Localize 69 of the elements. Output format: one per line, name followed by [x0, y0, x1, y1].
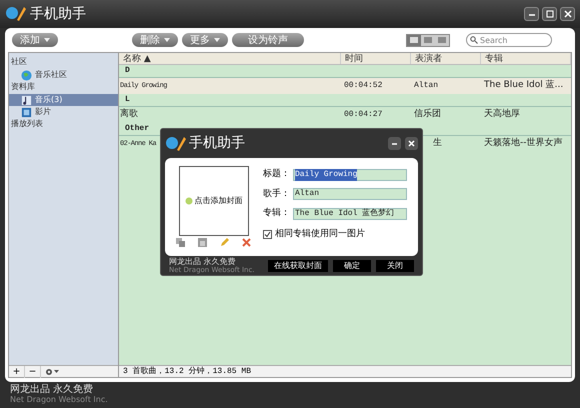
- table-cell: 00:04:27: [344, 110, 382, 119]
- music-icon: [21, 94, 32, 106]
- cover-placeholder[interactable]: 点击添加封面: [178, 166, 248, 236]
- column-header[interactable]: 时间: [341, 53, 411, 64]
- cover-hint: 点击添加封面: [194, 195, 242, 207]
- group-label: L: [125, 94, 130, 106]
- caret-icon: [54, 370, 59, 373]
- sidebar-item[interactable]: 影片: [9, 106, 118, 118]
- window-title: 手机助手: [30, 4, 86, 24]
- dialog-button[interactable]: 确定: [333, 260, 371, 272]
- table-cell: 天高地厚: [484, 109, 520, 120]
- dialog-button[interactable]: 在线获取封面: [268, 260, 328, 272]
- table-cell: 信乐团: [414, 109, 441, 120]
- group-label: Other: [125, 123, 150, 135]
- footer-subtext: Net Dragon Websoft Inc.: [10, 395, 109, 405]
- status-text: 3 首歌曲，13.2 分钟，13.85 MB: [123, 366, 252, 378]
- column-header[interactable]: 专辑: [481, 53, 571, 64]
- close-button[interactable]: [560, 7, 575, 21]
- song-row[interactable]: 离歌 00:04:27 信乐团 天高地厚: [119, 107, 571, 123]
- column-header[interactable]: 名称 ▲: [119, 53, 341, 64]
- table-cell: 00:04:52: [344, 81, 382, 90]
- minimize-button[interactable]: [388, 137, 401, 150]
- dialog-title: 手机助手: [189, 134, 245, 153]
- field-label: 专辑：: [263, 207, 289, 220]
- globe-icon: [21, 70, 32, 80]
- column-header[interactable]: 表演者: [411, 53, 481, 64]
- close-button[interactable]: [405, 137, 418, 150]
- sidebar-heading: 资料库: [10, 81, 36, 93]
- table-cell: 天籁落地--世界女声: [484, 138, 562, 148]
- dialog-button[interactable]: 关闭: [376, 260, 414, 272]
- table-cell: 离歌: [120, 109, 138, 120]
- logo-icon: [5, 4, 27, 24]
- footer-text: 网龙出品 永久免费: [169, 256, 237, 266]
- view-toggle[interactable]: [407, 34, 421, 46]
- toolbar-button[interactable]: 添加: [12, 33, 58, 47]
- search-field[interactable]: Search: [466, 33, 552, 47]
- field-label: 歌手：: [263, 188, 289, 200]
- toolbar-button[interactable]: 删除: [132, 33, 178, 47]
- table-cell: 生: [433, 138, 442, 148]
- minimize-button[interactable]: [524, 7, 539, 21]
- footer-text: 网龙出品 永久免费: [10, 385, 94, 395]
- maximize-icon: [546, 10, 554, 18]
- sidebar-footer-button[interactable]: +: [9, 366, 25, 378]
- view-toggle[interactable]: [435, 34, 449, 46]
- close-icon: [408, 140, 415, 147]
- delete-icon[interactable]: [242, 238, 251, 247]
- copy-icon[interactable]: [176, 238, 185, 247]
- view-toggle[interactable]: [421, 34, 435, 46]
- field-label: 标题：: [263, 168, 289, 181]
- sidebar-heading: 社区: [10, 56, 28, 68]
- sidebar-item[interactable]: 音乐(3): [9, 94, 118, 106]
- search-icon: [470, 36, 478, 44]
- film-icon: [21, 106, 32, 118]
- table-cell: Altan: [414, 81, 438, 90]
- sidebar-footer-button[interactable]: −: [25, 366, 41, 378]
- close-icon: [564, 10, 572, 18]
- sidebar-heading: 播放列表: [10, 118, 44, 130]
- group-label: D: [125, 65, 130, 77]
- toolbar-button[interactable]: 更多: [182, 33, 228, 47]
- text-field[interactable]: The Blue Idol 蓝色梦幻: [293, 208, 407, 220]
- maximize-button[interactable]: [542, 7, 557, 21]
- text-field[interactable]: Altan: [293, 188, 407, 200]
- sidebar-item[interactable]: 音乐社区: [9, 69, 118, 81]
- table-cell: The Blue Idol 蓝...: [484, 80, 564, 90]
- add-icon: [184, 197, 192, 205]
- toolbar-button[interactable]: 设为铃声: [232, 33, 304, 47]
- text-field[interactable]: Daily Growing: [293, 168, 407, 181]
- checkbox-label: 相同专辑使用同一图片: [275, 228, 365, 240]
- checkbox[interactable]: [263, 230, 272, 239]
